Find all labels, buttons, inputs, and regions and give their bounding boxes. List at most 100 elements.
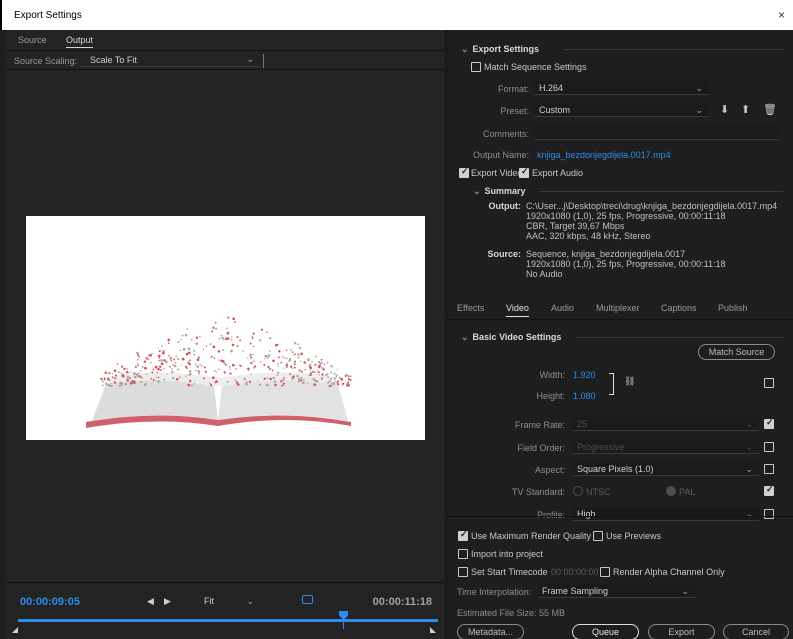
playback-bar: 00:00:09:05 ◀ ▶ Fit ⌄ 00:00:11:18 bbox=[6, 582, 444, 639]
particle-dot bbox=[113, 381, 117, 384]
unlink-icon[interactable]: ⛓ bbox=[624, 376, 635, 387]
match-sequence-checkbox[interactable] bbox=[471, 62, 481, 72]
out-point-marker[interactable] bbox=[430, 627, 436, 633]
match-source-button[interactable]: Match Source bbox=[698, 344, 775, 360]
particle-dot bbox=[211, 330, 214, 333]
aspect-dropdown[interactable]: Square Pixels (1.0) ⌄ bbox=[573, 462, 759, 476]
pal-radio[interactable] bbox=[666, 486, 676, 496]
particle-dot bbox=[146, 382, 148, 385]
time-interp-dropdown[interactable]: Frame Sampling ⌄ bbox=[538, 584, 695, 598]
particle-dot bbox=[323, 363, 326, 365]
tab-video[interactable]: Video bbox=[506, 303, 529, 317]
basic-video-header[interactable]: ⌄ Basic Video Settings bbox=[461, 332, 783, 343]
particle-dot bbox=[215, 327, 218, 330]
particle-dot bbox=[108, 379, 111, 382]
tab-publish[interactable]: Publish bbox=[718, 303, 748, 313]
tv-standard-checkbox[interactable] bbox=[764, 484, 774, 496]
particle-dot bbox=[333, 377, 337, 380]
profile-dropdown[interactable]: High ⌄ bbox=[573, 507, 759, 521]
particle-dot bbox=[134, 366, 137, 369]
particle-dot bbox=[166, 373, 168, 375]
use-previews-checkbox[interactable] bbox=[593, 531, 603, 541]
particle-dot bbox=[193, 349, 196, 352]
field-order-checkbox[interactable] bbox=[764, 442, 774, 452]
tab-multiplexer[interactable]: Multiplexer bbox=[596, 303, 640, 313]
tab-captions[interactable]: Captions bbox=[661, 303, 697, 313]
particle-dot bbox=[231, 363, 235, 367]
particle-dot bbox=[269, 350, 271, 352]
particle-dot bbox=[276, 374, 279, 376]
field-order-dropdown[interactable]: Progressive ⌄ bbox=[573, 440, 759, 454]
source-scaling-dropdown[interactable]: Scale To Fit ⌄ bbox=[80, 54, 260, 67]
particle-dot bbox=[334, 380, 337, 383]
particle-dot bbox=[232, 317, 236, 321]
export-settings-title: Export Settings bbox=[472, 44, 540, 54]
particle-dot bbox=[101, 380, 104, 383]
tab-output[interactable]: Output bbox=[66, 35, 94, 48]
width-value[interactable]: 1.920 bbox=[573, 370, 596, 380]
camera-icon[interactable] bbox=[302, 595, 313, 604]
metadata-button[interactable]: Metadata... bbox=[457, 624, 524, 639]
step-back-icon[interactable]: ◀ bbox=[147, 596, 154, 607]
ntsc-radio[interactable] bbox=[573, 486, 583, 496]
queue-button[interactable]: Queue bbox=[572, 624, 639, 639]
start-tc-value[interactable]: 00:00:00:00 bbox=[551, 567, 599, 577]
frame-rate-checkbox[interactable] bbox=[764, 417, 774, 429]
preset-dropdown[interactable]: Custom ⌄ bbox=[535, 103, 709, 117]
format-dropdown[interactable]: H.264 ⌄ bbox=[535, 81, 709, 95]
particle-dot bbox=[280, 380, 283, 383]
summary-header[interactable]: ⌄ Summary bbox=[473, 186, 783, 197]
particle-dot bbox=[336, 382, 338, 384]
aspect-checkbox[interactable] bbox=[764, 464, 774, 474]
profile-checkbox[interactable] bbox=[764, 509, 774, 519]
particle-dot bbox=[259, 383, 261, 386]
particle-dot bbox=[214, 321, 217, 324]
cancel-button[interactable]: Cancel bbox=[723, 624, 789, 639]
export-audio-checkbox[interactable] bbox=[519, 166, 529, 178]
output-name-link[interactable]: knjiga_bezdonjegdijela.0017.mp4 bbox=[537, 150, 671, 160]
render-alpha-checkbox[interactable] bbox=[600, 567, 610, 577]
frame-rate-dropdown[interactable]: 25 ⌄ bbox=[573, 417, 759, 431]
height-value[interactable]: 1.080 bbox=[573, 391, 596, 401]
particle-dot bbox=[144, 366, 147, 370]
summary-output-bitrate: CBR, Target 39,67 Mbps bbox=[526, 221, 625, 231]
max-render-checkbox[interactable] bbox=[458, 529, 468, 541]
width-height-checkbox[interactable] bbox=[764, 378, 774, 388]
import-project-checkbox[interactable] bbox=[458, 549, 468, 559]
particle-dot bbox=[306, 382, 309, 384]
close-icon[interactable]: × bbox=[778, 8, 785, 22]
preset-label: Preset: bbox=[500, 106, 529, 116]
export-video-checkbox[interactable] bbox=[459, 166, 469, 178]
particle-dot bbox=[284, 357, 286, 359]
tab-audio[interactable]: Audio bbox=[551, 303, 574, 313]
particle-dot bbox=[298, 346, 302, 350]
particle-dot bbox=[272, 359, 275, 363]
save-preset-icon[interactable]: ⬇ bbox=[720, 103, 729, 116]
set-start-tc-checkbox[interactable] bbox=[458, 567, 468, 577]
particle-dot bbox=[180, 338, 182, 341]
import-preset-icon[interactable]: ⬆ bbox=[741, 103, 750, 116]
export-button[interactable]: Export bbox=[648, 624, 715, 639]
particle-dot bbox=[228, 366, 231, 368]
current-timecode[interactable]: 00:00:09:05 bbox=[20, 596, 80, 608]
step-forward-icon[interactable]: ▶ bbox=[164, 596, 171, 607]
profile-value: High bbox=[577, 509, 596, 519]
export-settings-header[interactable]: ⌄ Export Settings bbox=[461, 44, 783, 55]
particle-dot bbox=[140, 370, 142, 372]
output-name-label: Output Name: bbox=[472, 150, 529, 160]
timeline-track[interactable] bbox=[18, 619, 438, 622]
in-point-marker[interactable] bbox=[12, 627, 18, 633]
particle-dot bbox=[157, 367, 160, 371]
particle-dot bbox=[235, 368, 237, 370]
delete-preset-icon[interactable]: 🗑 bbox=[763, 103, 777, 116]
particle-dot bbox=[162, 367, 165, 370]
particle-dot bbox=[177, 368, 180, 371]
zoom-dropdown[interactable]: Fit ⌄ bbox=[204, 596, 258, 606]
tab-source[interactable]: Source bbox=[18, 35, 47, 45]
particle-dot bbox=[300, 352, 303, 356]
particle-dot bbox=[335, 374, 338, 377]
particle-dot bbox=[181, 357, 185, 361]
tab-effects[interactable]: Effects bbox=[457, 303, 484, 313]
comments-input[interactable] bbox=[535, 126, 779, 140]
particle-dot bbox=[293, 362, 297, 366]
